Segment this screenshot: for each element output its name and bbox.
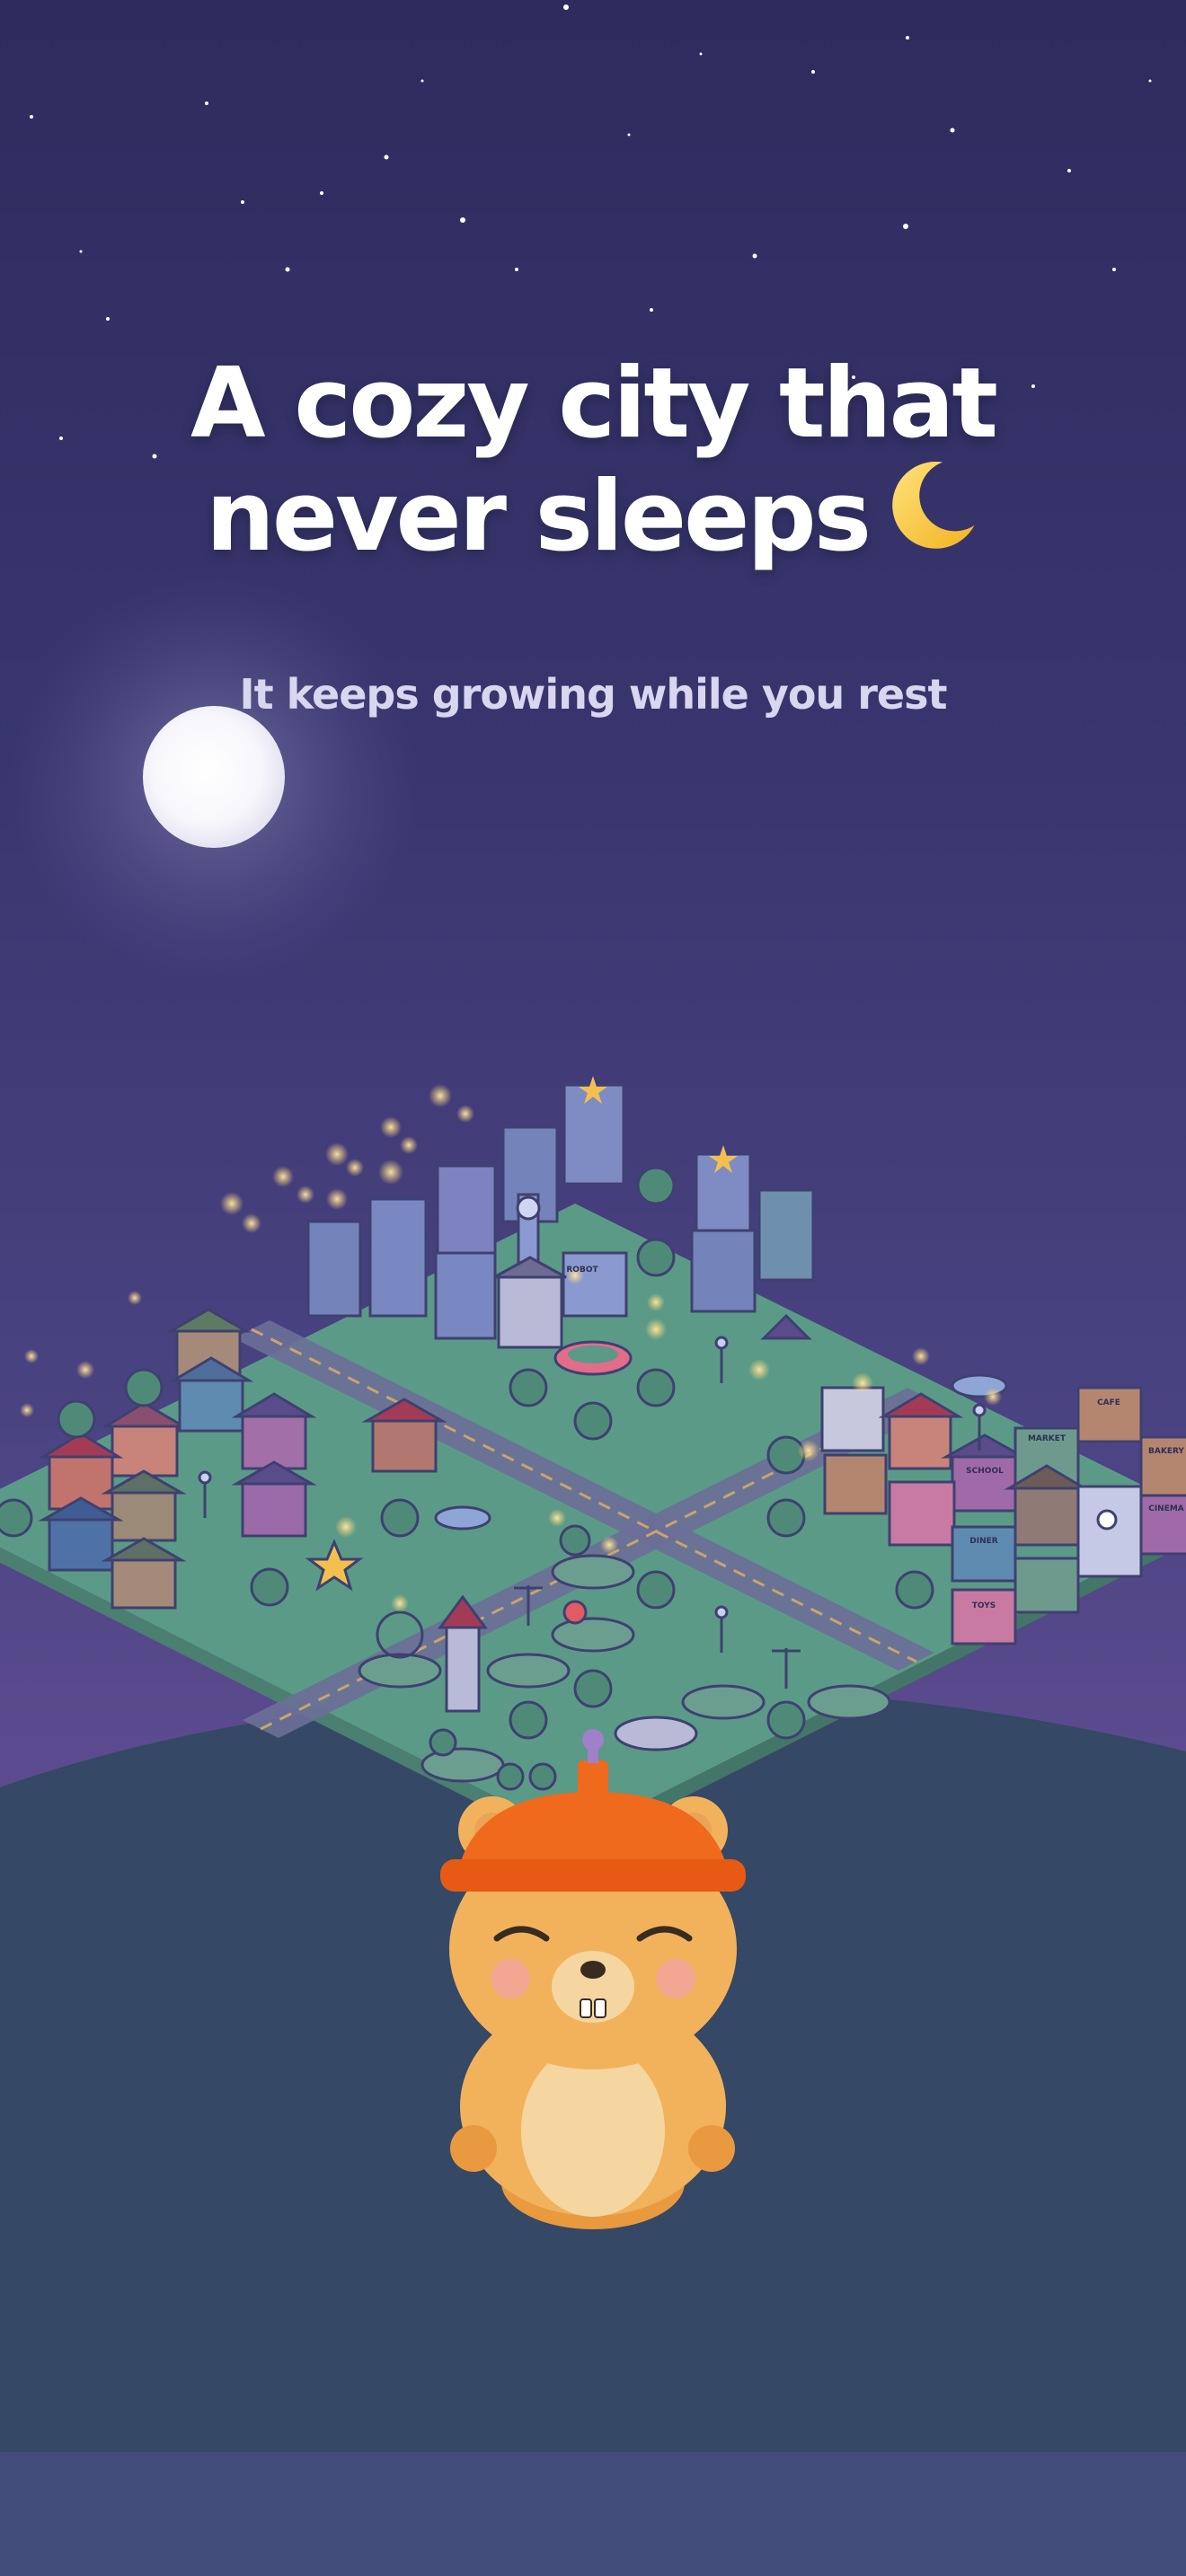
footer-bar — [0, 2452, 1186, 2576]
headline-line-2-text: never sleeps — [205, 461, 872, 573]
headline-line-1: A cozy city that — [190, 348, 998, 460]
subtitle: It keeps growing while you rest — [239, 670, 948, 719]
headline-line-2: never sleeps — [0, 456, 1186, 575]
crescent-moon-icon — [881, 456, 980, 575]
headline: A cozy city that never sleeps — [0, 352, 1186, 575]
